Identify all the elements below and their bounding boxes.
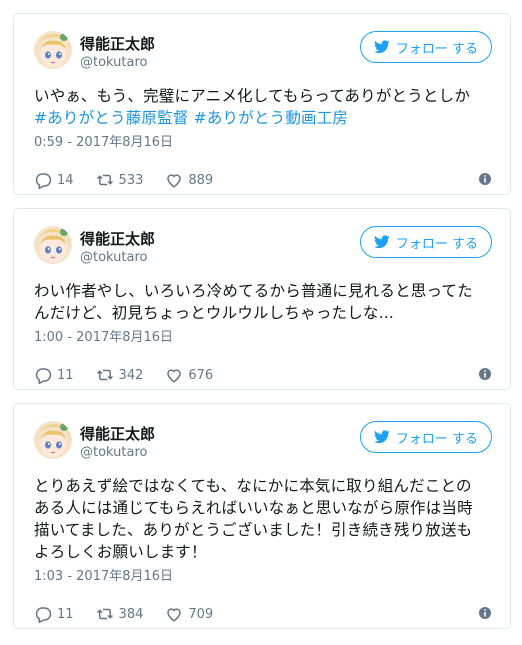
tweet-card: 得能正太郎 @tokutaro フォロー する いやぁ、もう、完璧にアニメ化して… xyxy=(13,13,511,195)
user-handle[interactable]: @tokutaro xyxy=(80,250,148,265)
tweet-timestamp[interactable]: 1:00 - 2017年8月16日 xyxy=(34,328,492,348)
reply-count: 14 xyxy=(57,172,74,188)
info-icon[interactable] xyxy=(478,172,492,186)
avatar[interactable] xyxy=(34,226,72,264)
text-span: とりあえず絵ではなくても、なにかに本気に取り組んだことの xyxy=(34,477,472,495)
reply-count: 11 xyxy=(57,606,74,622)
follow-button[interactable]: フォロー する xyxy=(360,226,492,258)
avatar[interactable] xyxy=(34,31,72,69)
tweet-timestamp[interactable]: 0:59 - 2017年8月16日 xyxy=(34,133,492,153)
tweet-card: 得能正太郎 @tokutaro フォロー する わい作者やし、いろいろ冷めてるか… xyxy=(13,208,511,390)
reply-icon xyxy=(35,173,52,189)
reply-icon xyxy=(35,368,52,384)
like-count: 709 xyxy=(188,606,214,622)
tweet-card: 得能正太郎 @tokutaro フォロー する とりあえず絵ではなくても、なにか… xyxy=(13,403,511,629)
reply-button[interactable]: 14 xyxy=(34,171,74,189)
tweet-line: ある人には通じてもらえればいいなぁと思いながら原作は当時 xyxy=(34,497,492,519)
tweet-line: わい作者やし、いろいろ冷めてるから普通に見れると思ってた xyxy=(34,280,492,302)
like-count: 889 xyxy=(188,172,214,188)
text-span: いやぁ、もう、完璧にアニメ化してもらってありがとうとしか xyxy=(34,87,471,105)
retweet-button[interactable]: 533 xyxy=(96,171,144,189)
twitter-bird-icon xyxy=(373,40,390,54)
like-button[interactable]: 709 xyxy=(165,605,213,623)
retweet-icon xyxy=(96,608,113,620)
text-span: よろしくお願いします！ xyxy=(34,543,207,561)
tweet-header: 得能正太郎 @tokutaro フォロー する xyxy=(34,31,492,77)
reply-count: 11 xyxy=(57,367,74,383)
text-span: んだけど、初見ちょっとウルウルしちゃったしな... xyxy=(34,304,395,322)
user-handle[interactable]: @tokutaro xyxy=(80,55,148,70)
info-icon[interactable] xyxy=(478,367,492,381)
text-span: わい作者やし、いろいろ冷めてるから普通に見れると思ってた xyxy=(34,282,473,300)
display-name[interactable]: 得能正太郎 xyxy=(80,423,155,444)
tweet-line: 描いてました、ありがとうございました！引き続き残り放送も xyxy=(34,519,492,541)
tweet-text: いやぁ、もう、完璧にアニメ化してもらってありがとうとしか #ありがとう藤原監督 … xyxy=(34,85,492,129)
retweet-button[interactable]: 342 xyxy=(96,366,144,384)
text-span: ある人には通じてもらえればいいなぁと思いながら原作は当時 xyxy=(34,499,473,517)
tweet-actions: 11 342 676 xyxy=(34,355,492,395)
user-handle[interactable]: @tokutaro xyxy=(80,445,148,460)
reply-button[interactable]: 11 xyxy=(34,366,74,384)
tweet-text: とりあえず絵ではなくても、なにかに本気に取り組んだことの ある人には通じてもらえ… xyxy=(34,475,492,563)
tweet-timestamp[interactable]: 1:03 - 2017年8月16日 xyxy=(34,567,492,587)
like-button[interactable]: 889 xyxy=(165,171,213,189)
display-name[interactable]: 得能正太郎 xyxy=(80,33,155,54)
retweet-button[interactable]: 384 xyxy=(96,605,144,623)
tweet-line: よろしくお願いします！ xyxy=(34,541,492,563)
reply-button[interactable]: 11 xyxy=(34,605,74,623)
twitter-bird-icon xyxy=(373,235,390,249)
follow-button[interactable]: フォロー する xyxy=(360,31,492,63)
like-button[interactable]: 676 xyxy=(165,366,213,384)
tweet-text: わい作者やし、いろいろ冷めてるから普通に見れると思ってた んだけど、初見ちょっと… xyxy=(34,280,492,324)
reply-icon xyxy=(35,607,52,623)
follow-label: フォロー する xyxy=(395,41,479,57)
heart-icon xyxy=(167,369,182,383)
like-count: 676 xyxy=(188,367,214,383)
retweet-count: 533 xyxy=(118,172,144,188)
tweet-header: 得能正太郎 @tokutaro フォロー する xyxy=(34,226,492,272)
retweet-icon xyxy=(96,369,113,381)
tweet-line: とりあえず絵ではなくても、なにかに本気に取り組んだことの xyxy=(34,475,492,497)
follow-button[interactable]: フォロー する xyxy=(360,421,492,453)
info-icon[interactable] xyxy=(478,606,492,620)
tweet-actions: 14 533 889 xyxy=(34,160,492,200)
tweet-actions: 11 384 709 xyxy=(34,594,492,634)
tweet-header: 得能正太郎 @tokutaro フォロー する xyxy=(34,421,492,467)
hashtag-link[interactable]: #ありがとう動画工房 xyxy=(194,109,349,127)
hashtag-link[interactable]: #ありがとう藤原監督 xyxy=(34,109,189,127)
tweet-line: いやぁ、もう、完璧にアニメ化してもらってありがとうとしか xyxy=(34,85,492,107)
follow-label: フォロー する xyxy=(395,236,479,252)
avatar[interactable] xyxy=(34,421,72,459)
tweet-line: んだけど、初見ちょっとウルウルしちゃったしな... xyxy=(34,302,492,324)
follow-label: フォロー する xyxy=(395,431,479,447)
retweet-icon xyxy=(96,174,113,186)
heart-icon xyxy=(167,174,182,188)
tweet-line: #ありがとう藤原監督 #ありがとう動画工房 xyxy=(34,107,492,129)
text-span: 描いてました、ありがとうございました！引き続き残り放送も xyxy=(34,521,473,539)
retweet-count: 384 xyxy=(118,606,144,622)
retweet-count: 342 xyxy=(118,367,144,383)
display-name[interactable]: 得能正太郎 xyxy=(80,228,155,249)
twitter-bird-icon xyxy=(373,430,390,444)
heart-icon xyxy=(167,608,182,622)
